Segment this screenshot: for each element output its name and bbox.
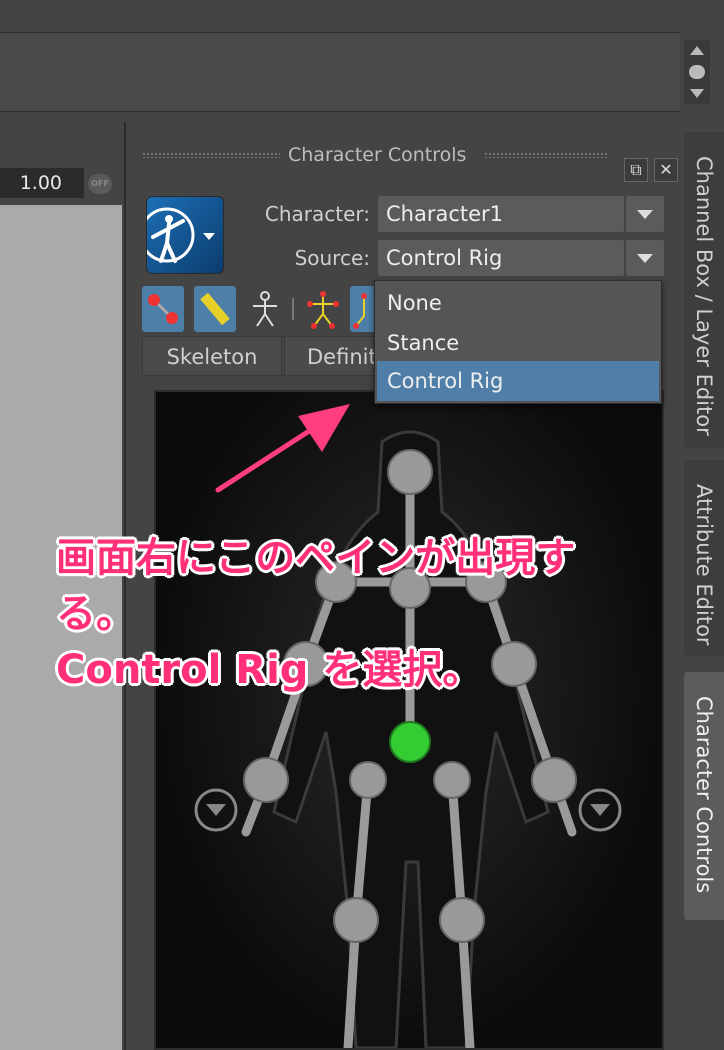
tab-bar: Skeleton Definiti xyxy=(142,336,402,376)
side-tab-attribute-editor[interactable]: Attribute Editor xyxy=(684,460,724,656)
side-tab-label: Channel Box / Layer Editor xyxy=(692,156,716,436)
body-part-ik-icon[interactable] xyxy=(350,286,376,332)
measure-tool-icon[interactable] xyxy=(194,286,236,332)
character-dropdown-button[interactable] xyxy=(626,196,664,232)
left-hip-effector[interactable] xyxy=(349,761,387,799)
tab-skeleton[interactable]: Skeleton xyxy=(142,336,282,376)
grip-right-icon xyxy=(484,152,608,158)
dropdown-option-none[interactable]: None xyxy=(377,283,659,323)
grip-left-icon xyxy=(142,152,280,158)
character-menu-icon[interactable] xyxy=(139,196,224,274)
source-combo[interactable]: Control Rig xyxy=(378,240,624,276)
annotation-line-2: る。 xyxy=(56,591,136,637)
float-panel-button[interactable]: ⧉ xyxy=(624,158,648,182)
value-field[interactable]: 1.00 xyxy=(0,168,84,198)
stick-figure-icon[interactable] xyxy=(244,286,286,332)
right-hip-effector[interactable] xyxy=(433,761,471,799)
panel-title-bar[interactable]: Character Controls ⧉ ✕ xyxy=(126,138,680,182)
head-effector[interactable] xyxy=(387,449,433,495)
side-tab-character-controls[interactable]: Character Controls xyxy=(684,672,724,920)
right-hand-expand-icon[interactable] xyxy=(578,788,622,832)
source-dropdown-button[interactable] xyxy=(626,240,664,276)
full-body-ik-icon[interactable] xyxy=(302,286,344,332)
character-label: Character: xyxy=(264,202,370,226)
source-dropdown-menu: None Stance Control Rig xyxy=(374,280,662,404)
right-knee-effector[interactable] xyxy=(439,897,485,943)
toolbar-separator xyxy=(292,298,294,320)
top-scrollbar[interactable] xyxy=(684,40,710,104)
close-panel-button[interactable]: ✕ xyxy=(654,158,678,182)
right-wrist-effector[interactable] xyxy=(531,757,577,803)
side-tab-channel-box[interactable]: Channel Box / Layer Editor xyxy=(684,132,724,448)
panel-title: Character Controls xyxy=(288,144,467,166)
character-combo[interactable]: Character1 xyxy=(378,196,624,232)
annotation-text: 画面右にこのペインが出現す る。 Control Rig を選択。 xyxy=(56,530,676,698)
left-hand-expand-icon[interactable] xyxy=(194,788,238,832)
annotation-line-1: 画面右にこのペインが出現す xyxy=(56,535,576,581)
top-bar xyxy=(0,0,724,122)
side-tab-label: Attribute Editor xyxy=(692,484,716,646)
annotation-line-3: Control Rig を選択。 xyxy=(56,647,483,693)
annotation-arrow-icon xyxy=(215,404,350,493)
off-toggle-button[interactable]: OFF xyxy=(88,174,112,194)
character-menu-arrow-icon xyxy=(203,233,215,240)
hips-effector[interactable] xyxy=(389,721,431,763)
scroll-thumb[interactable] xyxy=(689,65,705,79)
scroll-up-icon[interactable] xyxy=(690,46,704,55)
dropdown-option-stance[interactable]: Stance xyxy=(377,323,659,363)
dropdown-option-control-rig[interactable]: Control Rig xyxy=(377,361,659,401)
select-effectors-tool-icon[interactable] xyxy=(142,286,184,332)
toolbar xyxy=(142,286,382,334)
scroll-down-icon[interactable] xyxy=(690,89,704,98)
side-tab-label: Character Controls xyxy=(692,696,716,894)
left-knee-effector[interactable] xyxy=(333,897,379,943)
left-wrist-effector[interactable] xyxy=(243,757,289,803)
source-label: Source: xyxy=(294,246,370,270)
side-tab-strip: Channel Box / Layer Editor Attribute Edi… xyxy=(682,122,724,1050)
top-text-field[interactable] xyxy=(0,32,680,112)
